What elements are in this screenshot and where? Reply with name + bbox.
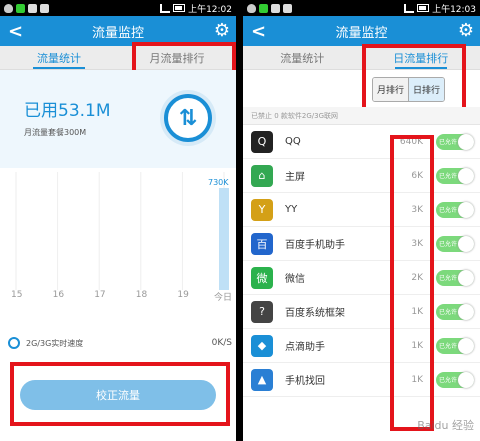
app-icon: ? <box>251 300 273 323</box>
chart-bar <box>219 188 229 290</box>
allow-network-toggle[interactable]: 已允许 <box>436 167 474 184</box>
used-amount: 已用53.1M <box>24 101 111 121</box>
app-name: 百度手机助手 <box>285 240 345 251</box>
allow-network-toggle[interactable]: 已允许 <box>436 303 474 320</box>
chart-tick-label: 17 <box>94 290 106 300</box>
page-title: 流量监控 <box>91 25 144 41</box>
gear-icon[interactable]: ⚙ <box>458 20 474 41</box>
tab-daily-ranking[interactable]: 日流量排行 <box>362 46 480 69</box>
app-name: 点滴助手 <box>285 342 325 353</box>
battery-icon <box>417 4 430 12</box>
app-name: 微信 <box>285 274 305 285</box>
app-icon: 百 <box>251 232 273 255</box>
month-ranking-button[interactable]: 月排行 <box>373 78 409 101</box>
app-icon: ⌂ <box>251 164 273 187</box>
app-icon: Y <box>251 198 273 221</box>
chart-tick-label: 16 <box>52 290 65 300</box>
allow-network-toggle[interactable]: 已允许 <box>436 133 474 150</box>
allow-network-toggle[interactable]: 已允许 <box>436 269 474 286</box>
usb-icon <box>40 3 49 13</box>
tab-bar: 流量统计 月流量排行 <box>0 46 236 70</box>
app-traffic: 1K <box>411 374 423 385</box>
allow-network-toggle[interactable]: 已允许 <box>436 235 474 252</box>
list-item: 百 百度手机助手 3K 已允许 <box>243 227 480 261</box>
chart-x-labels: 15 16 17 18 19 今日 <box>10 290 233 303</box>
daily-usage-chart: 730K <box>15 172 229 290</box>
allow-network-toggle[interactable]: 已允许 <box>436 371 474 388</box>
shield-icon <box>247 3 256 13</box>
gear-icon[interactable]: ⚙ <box>214 20 230 41</box>
download-icon <box>28 3 37 13</box>
app-name: 主屏 <box>285 172 305 183</box>
app-name: YY <box>285 204 298 215</box>
tab-traffic-stats[interactable]: 流量统计 <box>243 46 362 69</box>
app-name: QQ <box>285 136 301 147</box>
blocked-apps-header: 已禁止 0 款软件2G/3G联网 <box>243 107 480 125</box>
app-ranking-list: Q QQ 640K 已允许 ⌂ 主屏 6K 已允许 Y YY 3K 已允许百百度手机助手 3K 已允许微微… <box>243 125 480 397</box>
list-item: ▲ 手机找回 1K 已允许 <box>243 363 480 397</box>
page-title: 流量监控 <box>335 25 388 41</box>
day-ranking-button[interactable]: 日排行 <box>408 78 445 101</box>
chart-tick-label: 18 <box>135 290 148 300</box>
app-icon: ▲ <box>251 368 273 391</box>
plan-amount: 月流量套餐300M <box>24 128 87 137</box>
shield-icon <box>4 3 13 13</box>
tab-traffic-stats[interactable]: 流量统计 <box>0 46 118 69</box>
list-item: Q QQ 640K 已允许 <box>243 125 480 159</box>
ranking-toggle: 月排行 日排行 <box>372 77 446 102</box>
app-name: 百度系统框架 <box>285 308 345 319</box>
app-icon: ◆ <box>251 334 273 357</box>
right-screen: 上午12:03 < 流量监控 ⚙ 流量统计 日流量排行 月排行 日排行 已禁止 … <box>243 0 480 441</box>
status-time: 上午12:02 <box>188 4 232 15</box>
app-name: 手机找回 <box>285 376 325 387</box>
signal-icon <box>160 3 171 13</box>
signal-icon <box>404 3 415 13</box>
list-item: 微 微信 2K 已允许 <box>243 261 480 295</box>
status-bar: 上午12:02 <box>0 0 236 16</box>
app-traffic: 3K <box>411 204 423 215</box>
chart-tick-label: 19 <box>177 290 189 300</box>
refresh-icon[interactable]: ⇅ <box>164 94 212 142</box>
back-icon[interactable]: < <box>251 21 266 42</box>
status-bar: 上午12:03 <box>243 0 480 16</box>
app-traffic: 3K <box>411 238 423 249</box>
tab-monthly-ranking[interactable]: 月流量排行 <box>118 46 236 69</box>
app-icon <box>16 3 25 13</box>
app-traffic: 2K <box>411 272 423 283</box>
back-icon[interactable]: < <box>8 21 23 42</box>
list-item: ? 百度系统框架 1K 已允许 <box>243 295 480 329</box>
download-icon <box>271 3 280 13</box>
app-traffic: 1K <box>411 306 423 317</box>
app-icon <box>259 3 268 13</box>
app-traffic: 6K <box>411 170 423 181</box>
tab-bar: 流量统计 日流量排行 <box>243 46 480 70</box>
title-bar: < 流量监控 ⚙ <box>243 16 480 46</box>
usb-icon <box>283 3 292 13</box>
usage-summary: 已用53.1M 月流量套餐300M ⇅ <box>0 70 236 168</box>
chart-tick-label: 今日 <box>214 293 233 303</box>
left-screen: 上午12:02 < 流量监控 ⚙ 流量统计 月流量排行 已用53.1M 月流量套… <box>0 0 236 441</box>
speed-label: 2G/3G实时速度 <box>26 338 84 348</box>
realtime-speed: 2G/3G实时速度 0K/S <box>8 334 232 352</box>
list-item: ⌂ 主屏 6K 已允许 <box>243 159 480 193</box>
list-item: Y YY 3K 已允许 <box>243 193 480 227</box>
allow-network-toggle[interactable]: 已允许 <box>436 337 474 354</box>
calibrate-traffic-button[interactable]: 校正流量 <box>20 380 216 410</box>
allow-network-toggle[interactable]: 已允许 <box>436 201 474 218</box>
app-traffic: 1K <box>411 340 423 351</box>
speed-value: 0K/S <box>211 338 232 348</box>
list-item: ◆ 点滴助手 1K 已允许 <box>243 329 480 363</box>
chart-tick-label: 15 <box>11 290 23 300</box>
app-traffic: 640K <box>399 136 423 147</box>
speed-icon <box>8 337 20 349</box>
battery-icon <box>173 4 186 12</box>
watermark: Baidu 经验 <box>417 419 474 432</box>
app-icon: Q <box>251 130 273 153</box>
app-icon: 微 <box>251 266 273 289</box>
title-bar: < 流量监控 ⚙ <box>0 16 236 46</box>
status-time: 上午12:03 <box>432 4 476 15</box>
chart-data-label: 730K <box>208 178 229 187</box>
